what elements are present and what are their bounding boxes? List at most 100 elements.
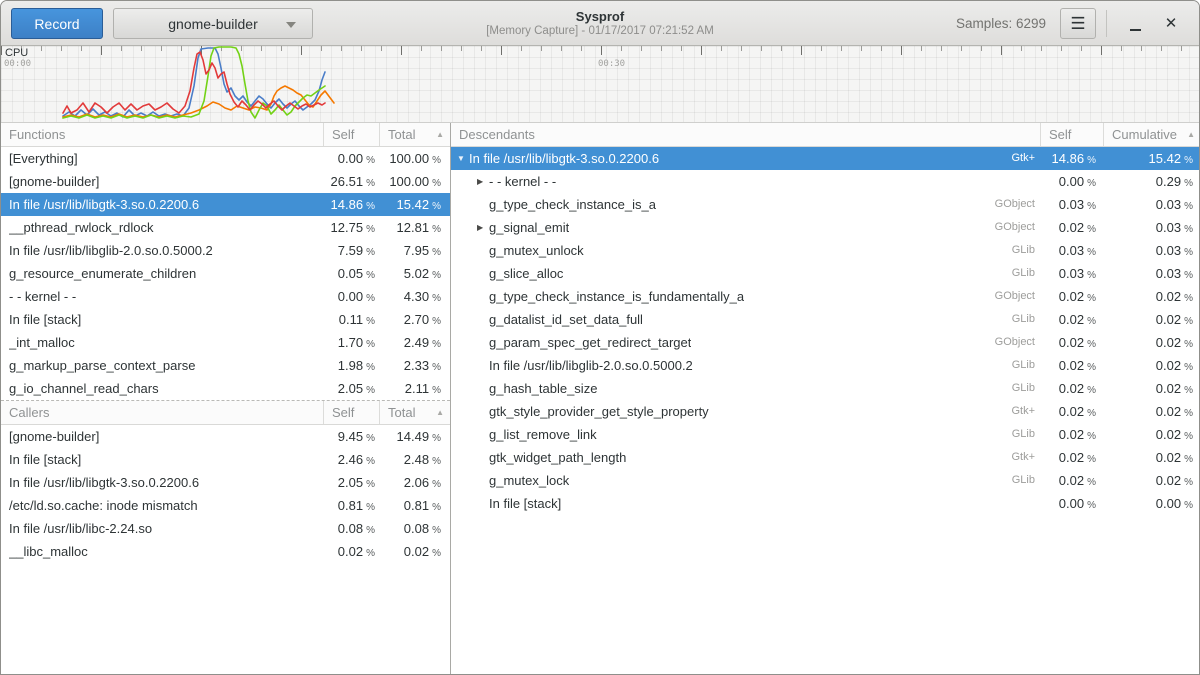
callers-table-header[interactable]: Callers Self ▲ Total bbox=[1, 401, 450, 425]
tree-row[interactable]: gtk_widget_path_lengthGtk+0.02%0.02% bbox=[451, 446, 1200, 469]
table-row[interactable]: In file [stack]2.46%2.48% bbox=[1, 448, 450, 471]
expander-closed-icon[interactable]: ▶ bbox=[477, 170, 489, 193]
hamburger-menu-button[interactable]: ☰ bbox=[1060, 8, 1096, 39]
tree-row[interactable]: gtk_style_provider_get_style_propertyGtk… bbox=[451, 400, 1200, 423]
target-selector-dropdown[interactable]: gnome-builder bbox=[113, 8, 313, 39]
table-row[interactable]: In file /usr/lib/libc-2.24.so0.08%0.08% bbox=[1, 517, 450, 540]
tree-row[interactable]: g_param_spec_get_redirect_targetGObject0… bbox=[451, 331, 1200, 354]
minimize-button[interactable] bbox=[1117, 8, 1153, 39]
functions-table-header[interactable]: Functions Self ▲ Total bbox=[1, 123, 450, 147]
tree-row[interactable]: g_type_check_instance_is_aGObject0.03%0.… bbox=[451, 193, 1200, 216]
library-badge: GLib bbox=[1012, 469, 1041, 492]
table-row[interactable]: __libc_malloc0.02%0.02% bbox=[1, 540, 450, 563]
tree-row[interactable]: ▼In file /usr/lib/libgtk-3.so.0.2200.6Gt… bbox=[451, 147, 1200, 170]
table-row[interactable]: - - kernel - -0.00%4.30% bbox=[1, 285, 450, 308]
function-name: In file /usr/lib/libc-2.24.so bbox=[1, 517, 324, 540]
percent-cell: 2.33% bbox=[380, 354, 450, 377]
functions-column-header[interactable]: Functions bbox=[1, 123, 324, 146]
callers-self-column-header[interactable]: Self bbox=[324, 401, 380, 424]
descendants-column-header[interactable]: Descendants bbox=[451, 123, 1041, 146]
percent-cell: 7.95% bbox=[380, 239, 450, 262]
header-right-group: Samples: 6299 ☰ ✕ bbox=[956, 1, 1189, 46]
percent-cell: 0.02% bbox=[324, 540, 380, 563]
callers-total-column-header[interactable]: ▲ Total bbox=[380, 401, 450, 424]
tree-row[interactable]: g_mutex_unlockGLib0.03%0.03% bbox=[451, 239, 1200, 262]
percent-sign: % bbox=[432, 385, 441, 396]
record-button[interactable]: Record bbox=[11, 8, 103, 39]
table-row[interactable]: In file [stack]0.11%2.70% bbox=[1, 308, 450, 331]
time-label-mid: 00:30 bbox=[598, 59, 625, 69]
table-row[interactable]: g_markup_parse_context_parse1.98%2.33% bbox=[1, 354, 450, 377]
percent-cell: 100.00% bbox=[380, 147, 450, 170]
library-badge: GLib bbox=[1012, 377, 1041, 400]
tree-row[interactable]: In file /usr/lib/libglib-2.0.so.0.5000.2… bbox=[451, 354, 1200, 377]
descendants-cumulative-column-header[interactable]: ▲ Cumulative bbox=[1104, 123, 1200, 146]
tree-row[interactable]: In file [stack]0.00%0.00% bbox=[451, 492, 1200, 515]
close-button[interactable]: ✕ bbox=[1153, 8, 1189, 39]
tree-row[interactable]: g_mutex_lockGLib0.02%0.02% bbox=[451, 469, 1200, 492]
table-row[interactable]: [gnome-builder]26.51%100.00% bbox=[1, 170, 450, 193]
table-row[interactable]: _int_malloc1.70%2.49% bbox=[1, 331, 450, 354]
table-row[interactable]: g_resource_enumerate_children0.05%5.02% bbox=[1, 262, 450, 285]
sort-ascending-icon: ▲ bbox=[436, 401, 444, 424]
percent-sign: % bbox=[432, 224, 441, 235]
percent-cell: 0.00% bbox=[1041, 492, 1104, 515]
percent-sign: % bbox=[432, 201, 441, 212]
library-badge: GLib bbox=[1012, 354, 1041, 377]
table-row[interactable]: [Everything]0.00%100.00% bbox=[1, 147, 450, 170]
tree-row[interactable]: ▶g_signal_emitGObject0.02%0.03% bbox=[451, 216, 1200, 239]
percent-cell: 4.30% bbox=[380, 285, 450, 308]
percent-sign: % bbox=[1184, 408, 1193, 419]
percent-sign: % bbox=[1087, 224, 1096, 235]
library-badge: GObject bbox=[995, 216, 1041, 239]
function-name: [gnome-builder] bbox=[1, 425, 324, 448]
percent-cell: 7.59% bbox=[324, 239, 380, 262]
percent-cell: 0.03% bbox=[1104, 239, 1200, 262]
table-row[interactable]: __pthread_rwlock_rdlock12.75%12.81% bbox=[1, 216, 450, 239]
chevron-down-icon bbox=[286, 22, 296, 28]
tree-row[interactable]: g_datalist_id_set_data_fullGLib0.02%0.02… bbox=[451, 308, 1200, 331]
percent-sign: % bbox=[432, 178, 441, 189]
tree-row[interactable]: g_slice_allocGLib0.03%0.03% bbox=[451, 262, 1200, 285]
tree-row[interactable]: g_type_check_instance_is_fundamentally_a… bbox=[451, 285, 1200, 308]
descendants-table: Descendants Self ▲ Cumulative ▼In file /… bbox=[451, 123, 1200, 515]
percent-sign: % bbox=[366, 385, 375, 396]
expander-closed-icon[interactable]: ▶ bbox=[477, 216, 489, 239]
percent-sign: % bbox=[1184, 454, 1193, 465]
table-row[interactable]: g_io_channel_read_chars2.05%2.11% bbox=[1, 377, 450, 400]
callers-column-header[interactable]: Callers bbox=[1, 401, 324, 424]
percent-cell: 0.03% bbox=[1104, 216, 1200, 239]
tree-row[interactable]: ▶- - kernel - -0.00%0.29% bbox=[451, 170, 1200, 193]
percent-cell: 14.86% bbox=[324, 193, 380, 216]
table-row[interactable]: In file /usr/lib/libglib-2.0.so.0.5000.2… bbox=[1, 239, 450, 262]
function-name: __libc_malloc bbox=[1, 540, 324, 563]
table-row[interactable]: In file /usr/lib/libgtk-3.so.0.2200.614.… bbox=[1, 193, 450, 216]
percent-cell: 2.48% bbox=[380, 448, 450, 471]
percent-sign: % bbox=[432, 479, 441, 490]
percent-cell: 0.02% bbox=[1104, 400, 1200, 423]
hamburger-icon: ☰ bbox=[1070, 14, 1085, 33]
percent-sign: % bbox=[1087, 339, 1096, 350]
table-row[interactable]: In file /usr/lib/libgtk-3.so.0.2200.62.0… bbox=[1, 471, 450, 494]
percent-sign: % bbox=[1184, 339, 1193, 350]
percent-cell: 0.02% bbox=[1041, 377, 1104, 400]
functions-self-column-header[interactable]: Self bbox=[324, 123, 380, 146]
descendant-name: g_list_remove_linkGLib bbox=[451, 423, 1041, 446]
left-pane: Functions Self ▲ Total [Everything]0.00%… bbox=[1, 123, 450, 674]
cpu-graph[interactable]: CPU 00:00 00:30 bbox=[1, 46, 1200, 123]
tree-row[interactable]: g_list_remove_linkGLib0.02%0.02% bbox=[451, 423, 1200, 446]
function-name: In file [stack] bbox=[1, 308, 324, 331]
table-row[interactable]: /etc/ld.so.cache: inode mismatch0.81%0.8… bbox=[1, 494, 450, 517]
functions-total-column-header[interactable]: ▲ Total bbox=[380, 123, 450, 146]
tree-row[interactable]: g_hash_table_sizeGLib0.02%0.02% bbox=[451, 377, 1200, 400]
descendants-table-header[interactable]: Descendants Self ▲ Cumulative bbox=[451, 123, 1200, 147]
percent-cell: 0.02% bbox=[1041, 216, 1104, 239]
descendants-self-column-header[interactable]: Self bbox=[1041, 123, 1104, 146]
expander-open-icon[interactable]: ▼ bbox=[457, 147, 469, 170]
percent-sign: % bbox=[432, 525, 441, 536]
table-row[interactable]: [gnome-builder]9.45%14.49% bbox=[1, 425, 450, 448]
percent-cell: 0.02% bbox=[1041, 469, 1104, 492]
descendant-name: ▶g_signal_emitGObject bbox=[451, 216, 1041, 239]
percent-sign: % bbox=[1087, 247, 1096, 258]
callers-table: Callers Self ▲ Total [gnome-builder]9.45… bbox=[1, 401, 450, 563]
